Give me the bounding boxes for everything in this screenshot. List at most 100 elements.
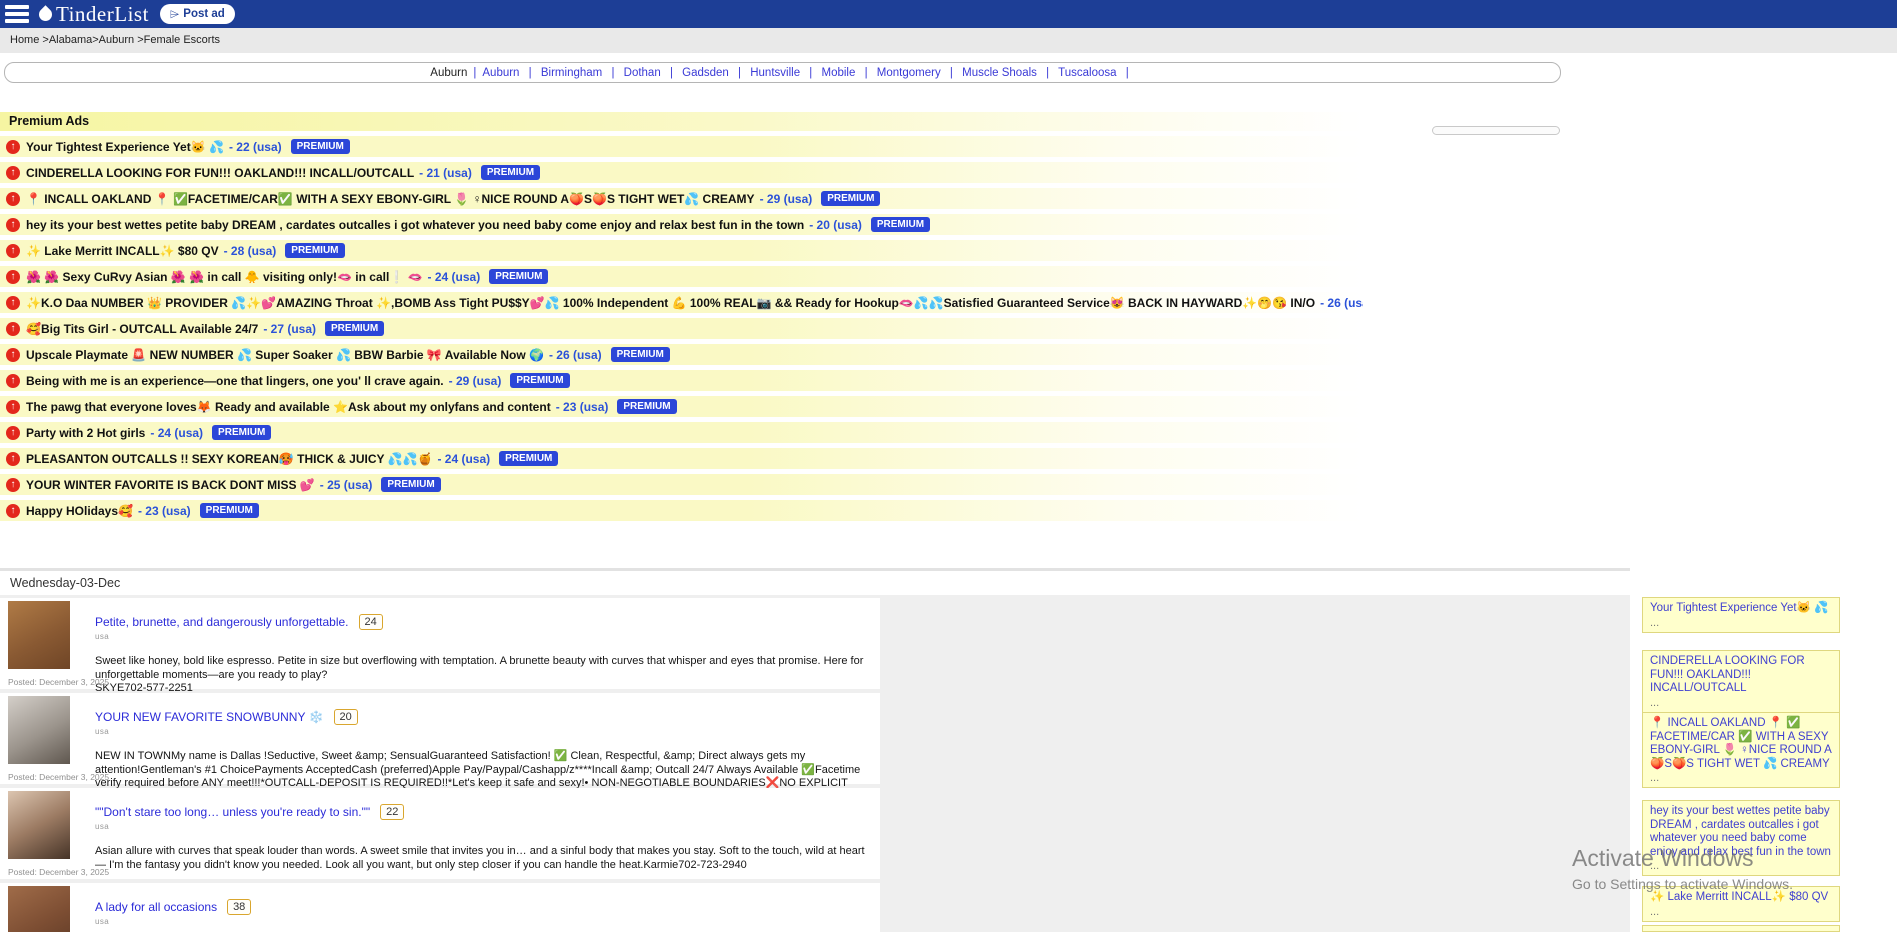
sidebar-premium-box[interactable]: ✨ Lake Merritt INCALL✨ $80 QV ... <box>1642 886 1840 922</box>
paper-plane-icon: ⌲ <box>170 7 179 22</box>
listing-title-link[interactable]: Petite, brunette, and dangerously unforg… <box>95 615 349 629</box>
listing-posted-date: Posted: December 3, 2025 <box>8 867 109 877</box>
premium-ad-row[interactable]: ↑ The pawg that everyone loves🦊 Ready an… <box>0 396 1363 417</box>
premium-ad-title[interactable]: Upscale Playmate 🚨 NEW NUMBER 💦 Super So… <box>26 348 544 362</box>
breadcrumb[interactable]: Home >Alabama>Auburn >Female Escorts <box>0 28 1897 53</box>
listing-title-link[interactable]: ""Don't stare too long… unless you're re… <box>95 805 370 819</box>
premium-badge: PREMIUM <box>871 217 930 233</box>
listing-posted-date: Posted: December 3, 2025 <box>8 772 109 782</box>
listing-age-badge: 38 <box>227 899 251 915</box>
listing-item: YOUR NEW FAVORITE SNOWBUNNY ❄️ 20 usa NE… <box>0 693 880 784</box>
post-ad-button[interactable]: ⌲ Post ad <box>161 5 234 23</box>
sidebar-premium-box[interactable] <box>1642 925 1840 932</box>
premium-ad-title[interactable]: Your Tightest Experience Yet🐱 💦 <box>26 140 224 154</box>
premium-rows: ↑ Your Tightest Experience Yet🐱 💦 - 22 (… <box>0 136 1363 521</box>
listing-description: Asian allure with curves that speak loud… <box>95 845 877 872</box>
premium-ad-title[interactable]: YOUR WINTER FAVORITE IS BACK DONT MISS 💕 <box>26 478 315 492</box>
premium-badge: PREMIUM <box>510 373 569 389</box>
premium-badge: PREMIUM <box>200 503 259 519</box>
premium-ad-age: - 22 (usa) <box>229 140 282 154</box>
listing-country: usa <box>95 727 877 736</box>
premium-ad-row[interactable]: ↑ Upscale Playmate 🚨 NEW NUMBER 💦 Super … <box>0 344 1363 365</box>
premium-ad-title[interactable]: CINDERELLA LOOKING FOR FUN!!! OAKLAND!!!… <box>26 166 414 180</box>
listing-age-badge: 22 <box>380 804 404 820</box>
city-link[interactable]: Montgomery <box>877 67 941 79</box>
premium-ad-title[interactable]: PLEASANTON OUTCALLS !! SEXY KOREAN🥵 THIC… <box>26 452 432 466</box>
premium-ad-title[interactable]: The pawg that everyone loves🦊 Ready and … <box>26 400 551 414</box>
listing-title-link[interactable]: YOUR NEW FAVORITE SNOWBUNNY ❄️ <box>95 710 324 724</box>
premium-ad-title[interactable]: ✨ Lake Merritt INCALL✨ $80 QV <box>26 244 219 258</box>
premium-ad-title[interactable]: 🌺 🌺 Sexy CuRvy Asian 🌺 🌺 in call 🐥 visit… <box>26 270 423 284</box>
up-arrow-icon: ↑ <box>6 322 20 336</box>
hamburger-menu-icon[interactable] <box>5 5 29 23</box>
city-link[interactable]: Huntsville <box>750 67 800 79</box>
sidebar-ad-link[interactable]: hey its your best wettes petite baby DRE… <box>1650 805 1832 859</box>
premium-ad-row[interactable]: ↑ ✨ Lake Merritt INCALL✨ $80 QV - 28 (us… <box>0 240 1363 261</box>
premium-ad-row[interactable]: ↑ CINDERELLA LOOKING FOR FUN!!! OAKLAND!… <box>0 162 1363 183</box>
sidebar-premium-box[interactable]: CINDERELLA LOOKING FOR FUN!!! OAKLAND!!!… <box>1642 650 1840 713</box>
premium-badge: PREMIUM <box>489 269 548 285</box>
premium-ad-row[interactable]: ↑ hey its your best wettes petite baby D… <box>0 214 1363 235</box>
sidebar-premium-box[interactable]: Your Tightest Experience Yet🐱 💦 ... <box>1642 597 1840 633</box>
city-link[interactable]: Birmingham <box>541 67 602 79</box>
listing-item: A lady for all occasions 38 usa <box>0 883 880 932</box>
premium-ad-age: - 25 (usa) <box>320 478 373 492</box>
premium-ads-heading: Premium Ads <box>0 112 1363 131</box>
premium-ad-row[interactable]: ↑ 📍 INCALL OAKLAND 📍 ✅FACETIME/CAR✅ WITH… <box>0 188 1363 209</box>
sidebar-ad-link[interactable]: ✨ Lake Merritt INCALL✨ $80 QV <box>1650 891 1832 905</box>
premium-ad-title[interactable]: ✨K.O Daa NUMBER 👑 PROVIDER 💦✨💕AMAZING Th… <box>26 296 1315 310</box>
listing-age-badge: 24 <box>359 614 383 630</box>
city-link[interactable]: Dothan <box>624 67 661 79</box>
premium-ad-age: - 23 (usa) <box>556 400 609 414</box>
listing-photo[interactable] <box>8 696 70 764</box>
premium-ad-row[interactable]: ↑ 🥰Big Tits Girl - OUTCALL Available 24/… <box>0 318 1363 339</box>
listing-photo[interactable] <box>8 886 70 932</box>
sidebar-ad-link[interactable]: 📍 INCALL OAKLAND 📍 ✅ FACETIME/CAR ✅ WITH… <box>1650 717 1832 771</box>
premium-ad-title[interactable]: 📍 INCALL OAKLAND 📍 ✅FACETIME/CAR✅ WITH A… <box>26 192 755 206</box>
brand-logo[interactable]: TinderList <box>39 2 149 27</box>
city-link[interactable]: Auburn <box>482 67 519 79</box>
premium-ad-age: - 26 (usa) <box>549 348 602 362</box>
sidebar-ad-link[interactable]: CINDERELLA LOOKING FOR FUN!!! OAKLAND!!!… <box>1650 655 1832 696</box>
premium-ad-row[interactable]: ↑ Being with me is an experience—one tha… <box>0 370 1363 391</box>
up-arrow-icon: ↑ <box>6 166 20 180</box>
sidebar-ad-ellipsis: ... <box>1650 617 1832 629</box>
premium-ad-row[interactable]: ↑ 🌺 🌺 Sexy CuRvy Asian 🌺 🌺 in call 🐥 vis… <box>0 266 1363 287</box>
premium-badge: PREMIUM <box>499 451 558 467</box>
premium-ad-row[interactable]: ↑ Happy HOlidays🥰 - 23 (usa) PREMIUM <box>0 500 1363 521</box>
horizontal-scrollbar[interactable] <box>1432 126 1560 135</box>
listing-posted-date: Posted: December 3, 2025 <box>8 677 109 687</box>
up-arrow-icon: ↑ <box>6 218 20 232</box>
premium-ad-row[interactable]: ↑ Your Tightest Experience Yet🐱 💦 - 22 (… <box>0 136 1363 157</box>
city-separator: | <box>1126 67 1129 79</box>
city-link[interactable]: Muscle Shoals <box>962 67 1037 79</box>
premium-ad-title[interactable]: Happy HOlidays🥰 <box>26 504 133 518</box>
up-arrow-icon: ↑ <box>6 296 20 310</box>
sidebar-premium-box[interactable]: 📍 INCALL OAKLAND 📍 ✅ FACETIME/CAR ✅ WITH… <box>1642 712 1840 788</box>
premium-ad-title[interactable]: Being with me is an experience—one that … <box>26 374 444 388</box>
premium-badge: PREMIUM <box>481 165 540 181</box>
premium-ad-row[interactable]: ↑ Party with 2 Hot girls - 24 (usa) PREM… <box>0 422 1363 443</box>
listing-description: Sweet like honey, bold like espresso. Pe… <box>95 655 877 682</box>
listing-photo[interactable] <box>8 601 70 669</box>
city-separator: | <box>950 67 953 79</box>
city-link[interactable]: Mobile <box>822 67 856 79</box>
up-arrow-icon: ↑ <box>6 192 20 206</box>
sidebar-premium-box[interactable]: hey its your best wettes petite baby DRE… <box>1642 800 1840 876</box>
premium-ad-title[interactable]: Party with 2 Hot girls <box>26 426 145 440</box>
listing-title-link[interactable]: A lady for all occasions <box>95 900 217 914</box>
listing-photo[interactable] <box>8 791 70 859</box>
sidebar-ad-link[interactable]: Your Tightest Experience Yet🐱 💦 <box>1650 602 1832 616</box>
city-separator: | <box>809 67 812 79</box>
premium-ad-title[interactable]: 🥰Big Tits Girl - OUTCALL Available 24/7 <box>26 322 258 336</box>
premium-ad-title[interactable]: hey its your best wettes petite baby DRE… <box>26 218 804 232</box>
city-separator: | <box>1046 67 1049 79</box>
premium-ad-row[interactable]: ↑ ✨K.O Daa NUMBER 👑 PROVIDER 💦✨💕AMAZING … <box>0 292 1363 313</box>
listing-item: Petite, brunette, and dangerously unforg… <box>0 598 880 689</box>
city-link[interactable]: Gadsden <box>682 67 729 79</box>
city-link[interactable]: Tuscaloosa <box>1058 67 1116 79</box>
city-separator: | <box>738 67 741 79</box>
listing-item: ""Don't stare too long… unless you're re… <box>0 788 880 879</box>
premium-ad-row[interactable]: ↑ YOUR WINTER FAVORITE IS BACK DONT MISS… <box>0 474 1363 495</box>
premium-ad-row[interactable]: ↑ PLEASANTON OUTCALLS !! SEXY KOREAN🥵 TH… <box>0 448 1363 469</box>
